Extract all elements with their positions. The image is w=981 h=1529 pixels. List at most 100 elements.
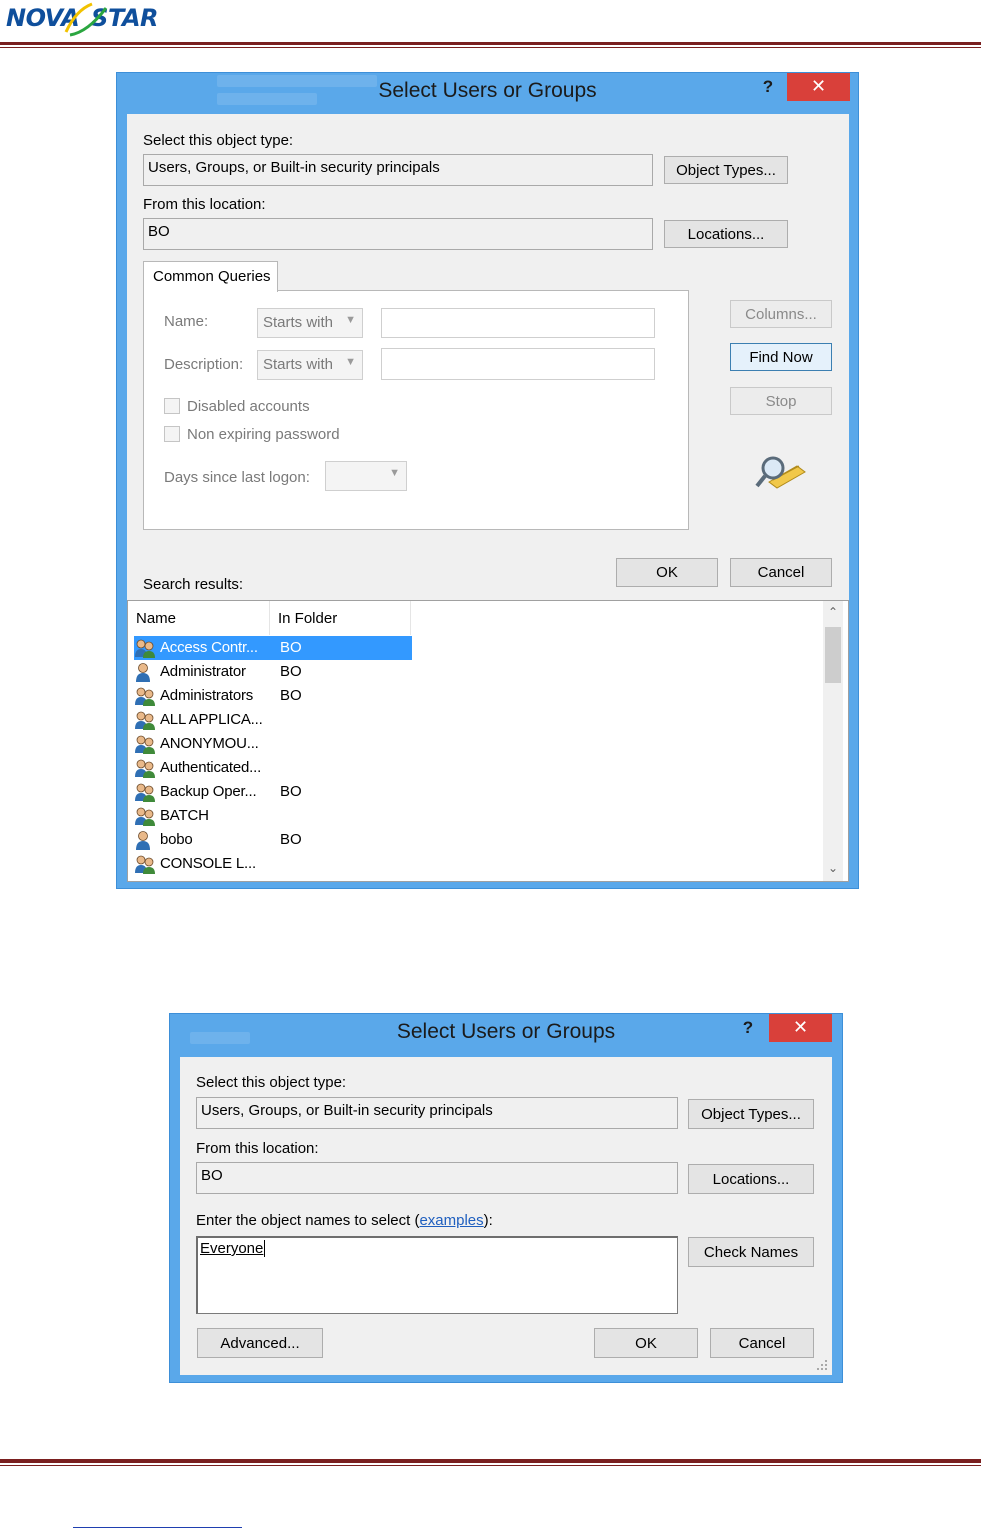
non-expiring-label: Non expiring password	[187, 426, 340, 443]
advanced-button[interactable]: Advanced...	[197, 1328, 323, 1358]
columns-button[interactable]: Columns...	[730, 300, 832, 328]
non-expiring-checkbox[interactable]	[164, 426, 180, 442]
days-since-logon-label: Days since last logon:	[164, 469, 310, 486]
name-filter-combo[interactable]: Starts with ▼	[257, 308, 363, 338]
column-header-name[interactable]: Name	[128, 601, 270, 635]
help-button[interactable]: ?	[738, 1018, 758, 1038]
cancel-button[interactable]: Cancel	[730, 558, 832, 587]
disabled-accounts-label: Disabled accounts	[187, 398, 310, 415]
object-type-label: Select this object type:	[196, 1074, 347, 1091]
row-name: BATCH	[160, 807, 209, 824]
search-magnifier-icon	[755, 456, 806, 489]
object-type-field: Users, Groups, or Built-in security prin…	[196, 1097, 678, 1129]
dialog-title: Select Users or Groups	[378, 79, 597, 102]
location-label: From this location:	[143, 196, 266, 213]
table-row[interactable]: ALL APPLICA...	[134, 708, 412, 732]
results-scrollbar[interactable]: ⌃ ⌄	[823, 601, 843, 881]
close-button[interactable]: ✕	[787, 73, 850, 101]
group-icon	[134, 758, 156, 778]
footer-link-underline[interactable]	[73, 1527, 242, 1528]
scroll-down-icon[interactable]: ⌄	[823, 861, 843, 875]
object-types-button[interactable]: Object Types...	[664, 156, 788, 184]
group-icon	[134, 782, 156, 802]
stop-button[interactable]: Stop	[730, 387, 832, 415]
tab-common-queries[interactable]: Common Queries	[143, 261, 278, 292]
select-users-dialog-2: Select Users or Groups ? ✕ Select this o…	[169, 1013, 843, 1383]
object-types-button[interactable]: Object Types...	[688, 1099, 814, 1129]
ok-button[interactable]: OK	[616, 558, 718, 587]
search-results-label: Search results:	[143, 576, 244, 593]
table-row[interactable]: bobo BO	[134, 828, 412, 852]
check-names-button[interactable]: Check Names	[688, 1237, 814, 1267]
table-row[interactable]: Access Contr... BO	[134, 636, 412, 660]
select-users-dialog-1: Select Users or Groups ? ✕ Select this o…	[116, 72, 859, 889]
name-input[interactable]	[381, 308, 655, 338]
days-since-logon-combo[interactable]: ▼	[325, 461, 407, 491]
chevron-down-icon: ▼	[345, 356, 356, 368]
object-type-field: Users, Groups, or Built-in security prin…	[143, 154, 653, 186]
table-row[interactable]: Administrators BO	[134, 684, 412, 708]
group-icon	[134, 638, 156, 658]
enter-label-prefix: Enter the object names to select (	[196, 1212, 420, 1229]
row-name: Access Contr...	[160, 639, 258, 656]
name-label: Name:	[164, 313, 209, 330]
find-now-button[interactable]: Find Now	[730, 343, 832, 371]
location-field: BO	[196, 1162, 678, 1194]
row-folder: BO	[280, 663, 302, 680]
resize-grip-icon[interactable]	[816, 1359, 828, 1371]
chevron-down-icon: ▼	[389, 467, 400, 479]
footer-rule-thin	[0, 1465, 981, 1466]
row-name: Administrator	[160, 663, 246, 680]
description-input[interactable]	[381, 348, 655, 380]
cancel-button[interactable]: Cancel	[710, 1328, 814, 1358]
search-results-list[interactable]: Name In Folder Access Contr... BO Administ…	[127, 600, 849, 882]
group-icon	[134, 710, 156, 730]
locations-button[interactable]: Locations...	[688, 1164, 814, 1194]
novastar-logo: NOVA STAR	[6, 2, 196, 38]
location-label: From this location:	[196, 1140, 319, 1157]
table-row[interactable]: Backup Oper... BO	[134, 780, 412, 804]
header-rule	[0, 42, 981, 45]
object-type-label: Select this object type:	[143, 132, 294, 149]
ok-button[interactable]: OK	[594, 1328, 698, 1358]
row-folder: BO	[280, 687, 302, 704]
row-name: ALL APPLICA...	[160, 711, 263, 728]
enter-object-names-label: Enter the object names to select (exampl…	[196, 1212, 493, 1229]
dialog-client-area: Select this object type: Users, Groups, …	[127, 114, 849, 882]
scrollbar-thumb[interactable]	[825, 627, 841, 683]
table-row[interactable]: BATCH	[134, 804, 412, 828]
locations-button[interactable]: Locations...	[664, 220, 788, 248]
footer-rule	[0, 1459, 981, 1463]
row-name: Backup Oper...	[160, 783, 257, 800]
table-row[interactable]: Authenticated...	[134, 756, 412, 780]
scroll-up-icon[interactable]: ⌃	[823, 605, 843, 619]
user-icon	[134, 830, 156, 850]
help-button[interactable]: ?	[758, 77, 778, 97]
group-icon	[134, 854, 156, 874]
group-icon	[134, 686, 156, 706]
table-row[interactable]: Administrator BO	[134, 660, 412, 684]
object-names-input[interactable]: Everyone	[196, 1236, 678, 1314]
column-header-in-folder[interactable]: In Folder	[270, 601, 411, 635]
name-filter-value: Starts with	[263, 314, 334, 331]
close-button[interactable]: ✕	[769, 1014, 832, 1042]
chevron-down-icon: ▼	[345, 314, 356, 326]
row-folder: BO	[280, 831, 302, 848]
group-icon	[134, 806, 156, 826]
dialog-client-area: Select this object type: Users, Groups, …	[180, 1057, 832, 1375]
row-name: CONSOLE L...	[160, 855, 256, 872]
object-names-value: Everyone	[200, 1240, 266, 1257]
logo-swoosh-icon	[64, 2, 108, 37]
row-name: ANONYMOU...	[160, 735, 259, 752]
row-name: bobo	[160, 831, 193, 848]
description-filter-combo[interactable]: Starts with ▼	[257, 350, 363, 380]
enter-label-suffix: ):	[483, 1212, 493, 1229]
description-filter-value: Starts with	[263, 356, 334, 373]
user-icon	[134, 662, 156, 682]
examples-link[interactable]: examples	[419, 1212, 483, 1229]
location-field: BO	[143, 218, 653, 250]
table-row[interactable]: ANONYMOU...	[134, 732, 412, 756]
disabled-accounts-checkbox[interactable]	[164, 398, 180, 414]
table-row[interactable]: CONSOLE L...	[134, 852, 412, 876]
description-label: Description:	[164, 356, 244, 373]
